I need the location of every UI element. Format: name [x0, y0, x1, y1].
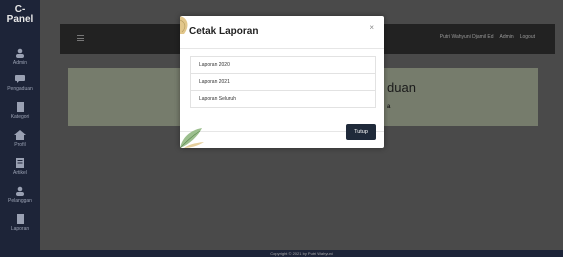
cetak-laporan-modal: Cetak Laporan × Laporan 2020 Laporan 202…: [180, 16, 384, 148]
sidebar-item-label: Laporan: [10, 226, 30, 232]
sidebar-item-label: Pengaduan: [7, 86, 33, 92]
user-icon: [16, 186, 24, 196]
sidebar-item-label: Artikel: [13, 170, 27, 176]
sidebar-item-label: Pelanggan: [8, 198, 32, 204]
report-list: Laporan 2020 Laporan 2021 Laporan Seluru…: [190, 56, 376, 108]
logout-link[interactable]: Logout: [520, 34, 535, 40]
sidebar: C- Panel Admin Pengaduan Kategori Profil…: [0, 0, 40, 257]
chat-icon: [15, 75, 25, 83]
file-icon: [17, 102, 24, 112]
home-icon: [14, 130, 26, 140]
user-profile-link[interactable]: Putri Wahyuni Djamil Ed: [440, 34, 494, 40]
page-subheading: a: [387, 104, 391, 110]
sidebar-item-label: Admin: [12, 60, 28, 66]
hamburger-menu-icon[interactable]: [77, 35, 84, 41]
user-icon: [16, 48, 24, 58]
sidebar-item-admin[interactable]: Admin: [0, 48, 40, 66]
sidebar-item-label: Kategori: [10, 114, 30, 120]
report-item-2021[interactable]: Laporan 2021: [190, 73, 376, 91]
close-icon[interactable]: ×: [369, 23, 374, 32]
sidebar-item-laporan[interactable]: Laporan: [0, 214, 40, 232]
sidebar-item-kategori[interactable]: Kategori: [0, 102, 40, 120]
report-item-2020[interactable]: Laporan 2020: [190, 56, 376, 74]
admin-link[interactable]: Admin: [500, 34, 514, 40]
leaf-decoration-icon: [180, 128, 204, 148]
sidebar-item-pengaduan[interactable]: Pengaduan: [0, 74, 40, 92]
sidebar-item-pelanggan[interactable]: Pelanggan: [0, 186, 40, 204]
sidebar-item-profil[interactable]: Profil: [0, 130, 40, 148]
footer: Copyright © 2021 by Putri Wahyuni: [40, 250, 563, 257]
modal-title: Cetak Laporan: [189, 26, 259, 37]
file-icon: [17, 214, 24, 224]
page-heading: duan: [387, 80, 416, 95]
document-icon: [16, 158, 24, 168]
sidebar-item-label: Profil: [14, 142, 26, 148]
sidebar-item-artikel[interactable]: Artikel: [0, 158, 40, 176]
modal-header: Cetak Laporan ×: [180, 16, 384, 49]
top-nav-links: Putri Wahyuni Djamil Ed Admin Logout: [440, 34, 535, 40]
report-item-all[interactable]: Laporan Seluruh: [190, 90, 376, 108]
brand-logo: C- Panel: [6, 4, 34, 25]
close-button[interactable]: Tutup: [346, 124, 376, 140]
